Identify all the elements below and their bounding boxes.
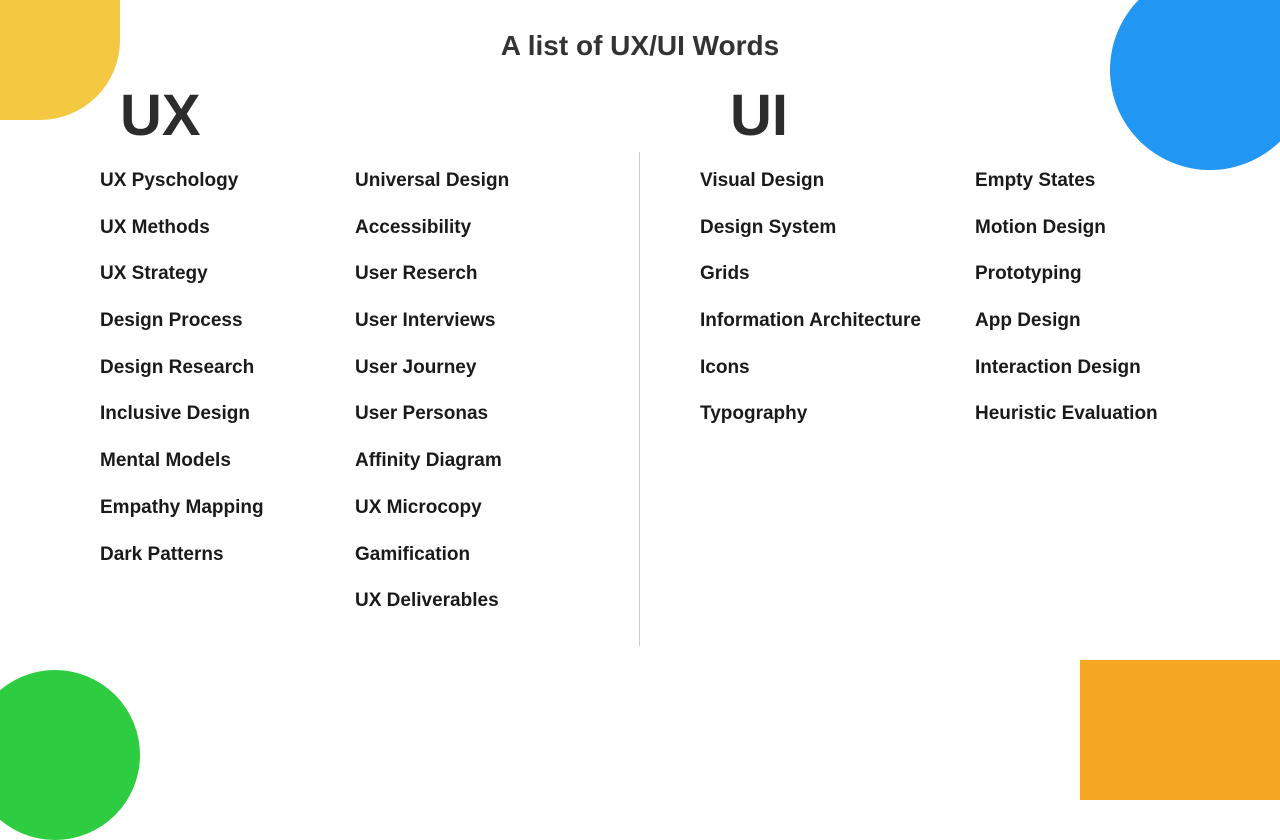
- word-item: Visual Design: [700, 169, 975, 194]
- ux-section: UX UX Pyschology UX Methods UX Strategy Des…: [0, 72, 640, 646]
- word-item: Universal Design: [355, 169, 610, 194]
- main-container: UX UX Pyschology UX Methods UX Strategy Des…: [0, 72, 1280, 646]
- word-item: Mental Models: [100, 449, 355, 474]
- word-item: Gamification: [355, 543, 610, 568]
- word-item: Motion Design: [975, 216, 1250, 241]
- ux-col2: Universal Design Accessibility User Reserc…: [355, 169, 610, 636]
- ui-section: UI Visual Design Design System Grids Inform…: [640, 72, 1280, 646]
- ux-heading: UX: [120, 82, 610, 149]
- word-item: Design Research: [100, 356, 355, 381]
- ux-word-columns: UX Pyschology UX Methods UX Strategy Design…: [100, 169, 610, 636]
- word-item: App Design: [975, 309, 1250, 334]
- ui-heading: UI: [730, 82, 1250, 149]
- word-item: User Reserch: [355, 262, 610, 287]
- word-item: Heuristic Evaluation: [975, 402, 1250, 427]
- ui-col1: Visual Design Design System Grids Informati…: [700, 169, 975, 449]
- word-item: Design Process: [100, 309, 355, 334]
- decoration-bottom-left: [0, 670, 140, 840]
- word-item: User Journey: [355, 356, 610, 381]
- word-item: Empathy Mapping: [100, 496, 355, 521]
- word-item: User Personas: [355, 402, 610, 427]
- word-item: UX Deliverables: [355, 589, 610, 614]
- word-item: UX Pyschology: [100, 169, 355, 194]
- word-item: Interaction Design: [975, 356, 1250, 381]
- word-item: Dark Patterns: [100, 543, 355, 568]
- word-item: Grids: [700, 262, 975, 287]
- word-item: Design System: [700, 216, 975, 241]
- word-item: Inclusive Design: [100, 402, 355, 427]
- word-item: Icons: [700, 356, 975, 381]
- word-item: User Interviews: [355, 309, 610, 334]
- word-item: Prototyping: [975, 262, 1250, 287]
- page-title: A list of UX/UI Words: [0, 0, 1280, 62]
- decoration-bottom-right: [1080, 660, 1280, 800]
- ux-col1: UX Pyschology UX Methods UX Strategy Design…: [100, 169, 355, 636]
- ui-col2: Empty States Motion Design Prototyping App …: [975, 169, 1250, 449]
- word-item: Accessibility: [355, 216, 610, 241]
- word-item: Empty States: [975, 169, 1250, 194]
- word-item: Affinity Diagram: [355, 449, 610, 474]
- word-item: UX Methods: [100, 216, 355, 241]
- ui-word-columns: Visual Design Design System Grids Informati…: [700, 169, 1250, 449]
- word-item: UX Microcopy: [355, 496, 610, 521]
- word-item: Typography: [700, 402, 975, 427]
- word-item: Information Architecture: [700, 309, 975, 334]
- word-item: UX Strategy: [100, 262, 355, 287]
